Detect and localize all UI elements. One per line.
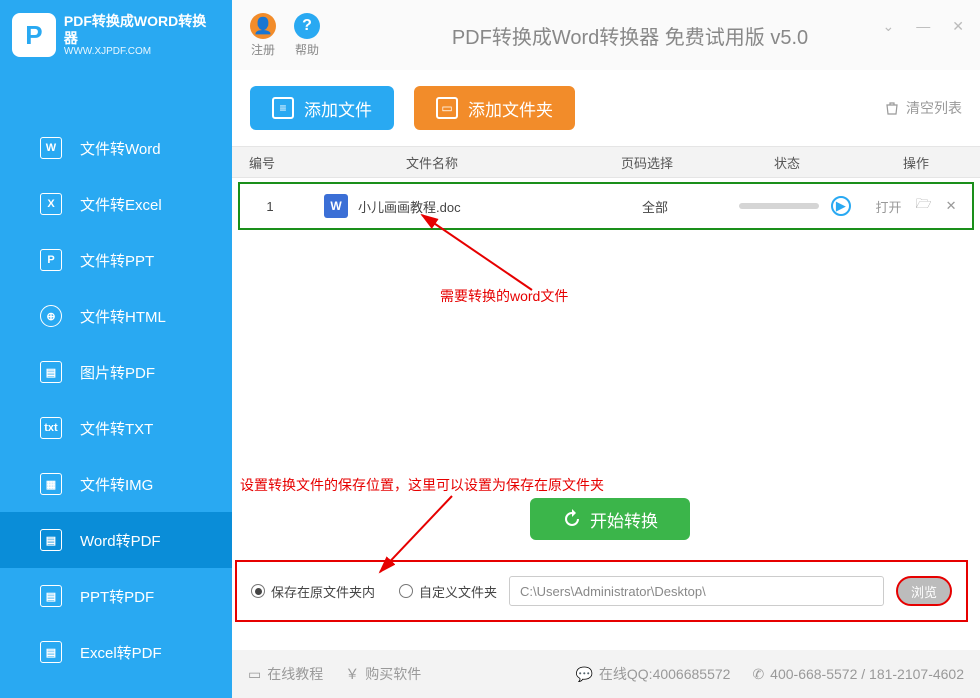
- tutorial-link[interactable]: ▭在线教程: [248, 664, 323, 684]
- help-button[interactable]: ? 帮助: [294, 13, 320, 58]
- sidebar-item-label: 文件转HTML: [80, 306, 166, 327]
- file-icon: ≡: [272, 97, 294, 119]
- table-row[interactable]: 1 W 小儿画画教程.doc 全部 ▶ 打开 🗁 ✕: [240, 184, 972, 228]
- phone-contact: ✆400-668-5572 / 181-2107-4602: [752, 666, 964, 683]
- save-location-panel: 保存在原文件夹内 自定义文件夹 C:\Users\Administrator\D…: [235, 560, 968, 622]
- sidebar-item-6[interactable]: ▦ 文件转IMG: [0, 456, 232, 512]
- sidebar-item-label: 文件转IMG: [80, 474, 153, 495]
- dropdown-icon[interactable]: ⌄: [883, 18, 895, 35]
- user-icon: 👤: [250, 13, 276, 39]
- sidebar-item-2[interactable]: P 文件转PPT: [0, 232, 232, 288]
- annotation-file: 需要转换的word文件: [440, 286, 568, 306]
- sidebar-item-3[interactable]: ⊕ 文件转HTML: [0, 288, 232, 344]
- table-row-highlight: 1 W 小儿画画教程.doc 全部 ▶ 打开 🗁 ✕: [238, 182, 974, 230]
- save-path-input[interactable]: C:\Users\Administrator\Desktop\: [509, 576, 884, 606]
- footer: ▭在线教程 ￥购买软件 💬在线QQ:4006685572 ✆400-668-55…: [232, 650, 980, 698]
- table-header: 编号 文件名称 页码选择 状态 操作: [232, 146, 980, 178]
- sidebar-item-label: 图片转PDF: [80, 362, 155, 383]
- sidebar-item-label: 文件转Excel: [80, 194, 162, 215]
- qq-contact[interactable]: 💬在线QQ:4006685572: [575, 664, 730, 684]
- phone-icon: ✆: [752, 666, 764, 683]
- sidebar-item-1[interactable]: X 文件转Excel: [0, 176, 232, 232]
- sidebar-item-0[interactable]: W 文件转Word: [0, 120, 232, 176]
- register-button[interactable]: 👤 注册: [250, 13, 276, 58]
- header-state: 状态: [722, 153, 852, 172]
- annotation-save: 设置转换文件的保存位置，这里可以设置为保存在原文件夹: [240, 475, 604, 495]
- add-folder-button[interactable]: ▭ 添加文件夹: [414, 86, 575, 130]
- progress-bar: [739, 203, 819, 209]
- sidebar-item-5[interactable]: txt 文件转TXT: [0, 400, 232, 456]
- topbar: 👤 注册 ? 帮助 PDF转换成Word转换器 免费试用版 v5.0 ⌄ — ✕: [232, 0, 980, 70]
- refresh-icon: [562, 509, 582, 529]
- sidebar-item-icon: ▤: [40, 585, 62, 607]
- sidebar-item-icon: txt: [40, 417, 62, 439]
- start-convert-button[interactable]: 开始转换: [530, 498, 690, 540]
- radio-original-folder[interactable]: [251, 584, 265, 598]
- sidebar-item-icon: X: [40, 193, 62, 215]
- clear-list-button[interactable]: 清空列表: [884, 98, 962, 118]
- play-icon[interactable]: ▶: [831, 196, 851, 216]
- label-custom-folder: 自定义文件夹: [419, 582, 497, 601]
- add-file-button[interactable]: ≡ 添加文件: [250, 86, 394, 130]
- word-file-icon: W: [324, 194, 348, 218]
- sidebar-item-4[interactable]: ▤ 图片转PDF: [0, 344, 232, 400]
- question-icon: ?: [294, 13, 320, 39]
- sidebar-item-label: 文件转PPT: [80, 250, 154, 271]
- sidebar-item-icon: P: [40, 249, 62, 271]
- actionbar: ≡ 添加文件 ▭ 添加文件夹 清空列表: [232, 70, 980, 146]
- logo-icon: P: [12, 13, 56, 57]
- app-title: PDF转换成Word转换器 免费试用版 v5.0: [320, 21, 980, 50]
- minimize-icon[interactable]: —: [916, 18, 930, 35]
- sidebar-item-label: 文件转TXT: [80, 418, 153, 439]
- sidebar-item-icon: ▦: [40, 473, 62, 495]
- sidebar-item-label: Excel转PDF: [80, 642, 162, 663]
- close-icon[interactable]: ✕: [952, 18, 964, 35]
- sidebar-item-label: Word转PDF: [80, 530, 161, 551]
- remove-icon[interactable]: ✕: [946, 198, 957, 214]
- row-num: 1: [240, 199, 300, 214]
- sidebar-item-8[interactable]: ▤ PPT转PDF: [0, 568, 232, 624]
- sidebar-item-label: 文件转Word: [80, 138, 161, 159]
- radio-custom-folder[interactable]: [399, 584, 413, 598]
- header-page: 页码选择: [572, 153, 722, 172]
- browse-button[interactable]: 浏览: [896, 576, 952, 606]
- sidebar-item-icon: ▤: [40, 641, 62, 663]
- row-state: ▶: [730, 196, 860, 216]
- yen-icon: ￥: [345, 664, 359, 684]
- sidebar-item-icon: ▤: [40, 529, 62, 551]
- logo-title: PDF转换成WORD转换器: [64, 13, 220, 47]
- folder-icon: ▭: [436, 97, 458, 119]
- logo-url: WWW.XJPDF.COM: [64, 46, 220, 57]
- book-icon: ▭: [248, 666, 261, 683]
- sidebar-item-icon: W: [40, 137, 62, 159]
- row-page[interactable]: 全部: [580, 197, 730, 216]
- file-name: 小儿画画教程.doc: [358, 197, 461, 216]
- window-controls: ⌄ — ✕: [883, 18, 964, 35]
- logo: P PDF转换成WORD转换器 WWW.XJPDF.COM: [0, 0, 232, 70]
- header-num: 编号: [232, 153, 292, 172]
- chat-icon: 💬: [575, 666, 592, 683]
- sidebar: P PDF转换成WORD转换器 WWW.XJPDF.COM W文件转WordX文…: [0, 0, 232, 698]
- sidebar-item-9[interactable]: ▤ Excel转PDF: [0, 624, 232, 680]
- sidebar-item-icon: ▤: [40, 361, 62, 383]
- header-op: 操作: [852, 153, 980, 172]
- label-original-folder: 保存在原文件夹内: [271, 582, 375, 601]
- sidebar-item-7[interactable]: ▤ Word转PDF: [0, 512, 232, 568]
- header-name: 文件名称: [292, 153, 572, 172]
- open-link[interactable]: 打开: [875, 197, 901, 216]
- buy-link[interactable]: ￥购买软件: [345, 664, 421, 684]
- folder-open-icon[interactable]: 🗁: [915, 195, 931, 217]
- sidebar-item-label: PPT转PDF: [80, 586, 154, 607]
- sidebar-item-icon: ⊕: [40, 305, 62, 327]
- trash-icon: [884, 100, 900, 116]
- file-table: 编号 文件名称 页码选择 状态 操作 1 W 小儿画画教程.doc 全部 ▶ 打…: [232, 146, 980, 230]
